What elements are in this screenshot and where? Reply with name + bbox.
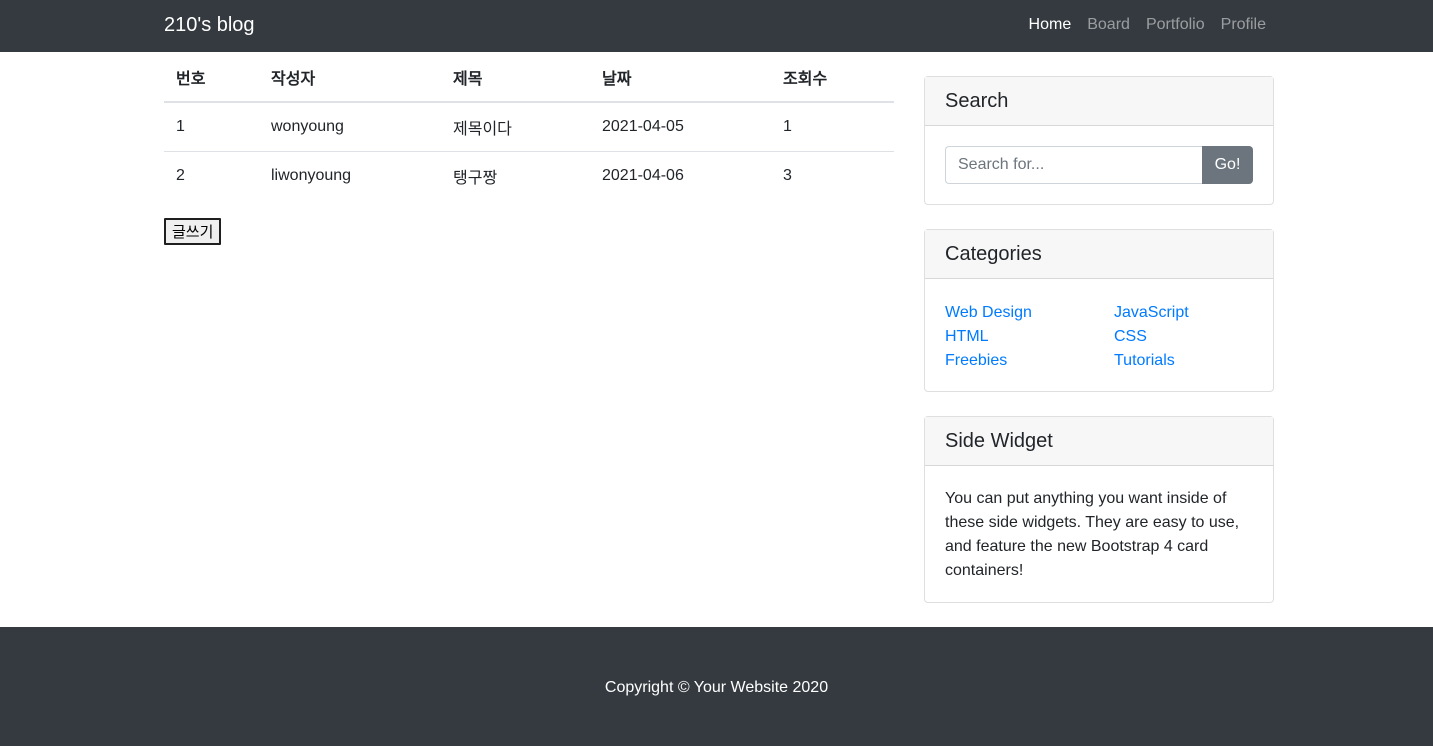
column-header-number: 번호 [164,52,259,103]
cell-date: 2021-04-06 [602,166,684,184]
cell-views: 3 [783,166,792,184]
categories-list: Web Design JavaScript HTML CSS Freebies … [945,299,1253,373]
category-link-tutorials[interactable]: Tutorials [1114,349,1253,373]
brand-link[interactable]: 210's blog [164,12,255,38]
category-link-javascript[interactable]: JavaScript [1114,301,1253,325]
category-link-html[interactable]: HTML [945,325,1114,349]
nav-link-board[interactable]: Board [1087,14,1130,36]
write-post-button[interactable]: 글쓰기 [164,218,222,245]
categories-card: Categories Web Design JavaScript HTML CS… [924,229,1274,392]
cell-number: 1 [164,102,259,152]
nav-link-profile[interactable]: Profile [1221,14,1266,36]
footer: Copyright © Your Website 2020 [0,627,1433,746]
cell-author: wonyoung [259,102,441,152]
board-table: 번호 작성자 제목 날짜 조회수 1 wonyoung 제목이다 2021-04… [164,52,894,200]
nav-links: Home Board Portfolio Profile [1029,14,1266,36]
column-header-views: 조회수 [771,52,894,103]
category-link-css[interactable]: CSS [1114,325,1253,349]
categories-card-title: Categories [925,230,1273,279]
category-link-web-design[interactable]: Web Design [945,301,1114,325]
navbar: 210's blog Home Board Portfolio Profile [0,0,1433,52]
search-card: Search Go! [924,76,1274,205]
column-header-date: 날짜 [590,52,771,103]
table-row[interactable]: 2 liwonyoung 탱구짱 2021-04-06 3 [164,151,894,200]
table-header-row: 번호 작성자 제목 날짜 조회수 [164,52,894,103]
cell-title[interactable]: 제목이다 [441,102,590,152]
side-widget-text: You can put anything you want inside of … [945,490,1240,579]
cell-author: liwonyoung [271,166,352,184]
board-section: 번호 작성자 제목 날짜 조회수 1 wonyoung 제목이다 2021-04… [164,52,894,245]
category-link-freebies[interactable]: Freebies [945,349,1114,373]
table-row[interactable]: 1 wonyoung 제목이다 2021-04-05 1 [164,102,894,152]
side-widget-card: Side Widget You can put anything you wan… [924,416,1274,603]
search-card-title: Search [925,77,1273,126]
nav-link-portfolio[interactable]: Portfolio [1146,14,1205,36]
column-header-title: 제목 [441,52,590,103]
nav-link-home[interactable]: Home [1029,14,1072,36]
search-go-button[interactable]: Go! [1202,146,1253,184]
search-group: Go! [945,146,1253,184]
cell-views: 1 [771,102,894,152]
copyright-text: Copyright © Your Website 2020 [604,679,829,696]
cell-date: 2021-04-05 [590,102,771,152]
cell-number: 2 [176,166,185,184]
cell-title[interactable]: 탱구짱 [441,151,590,200]
column-header-author: 작성자 [259,52,441,103]
side-widget-title: Side Widget [925,417,1273,466]
search-input[interactable] [945,146,1202,184]
